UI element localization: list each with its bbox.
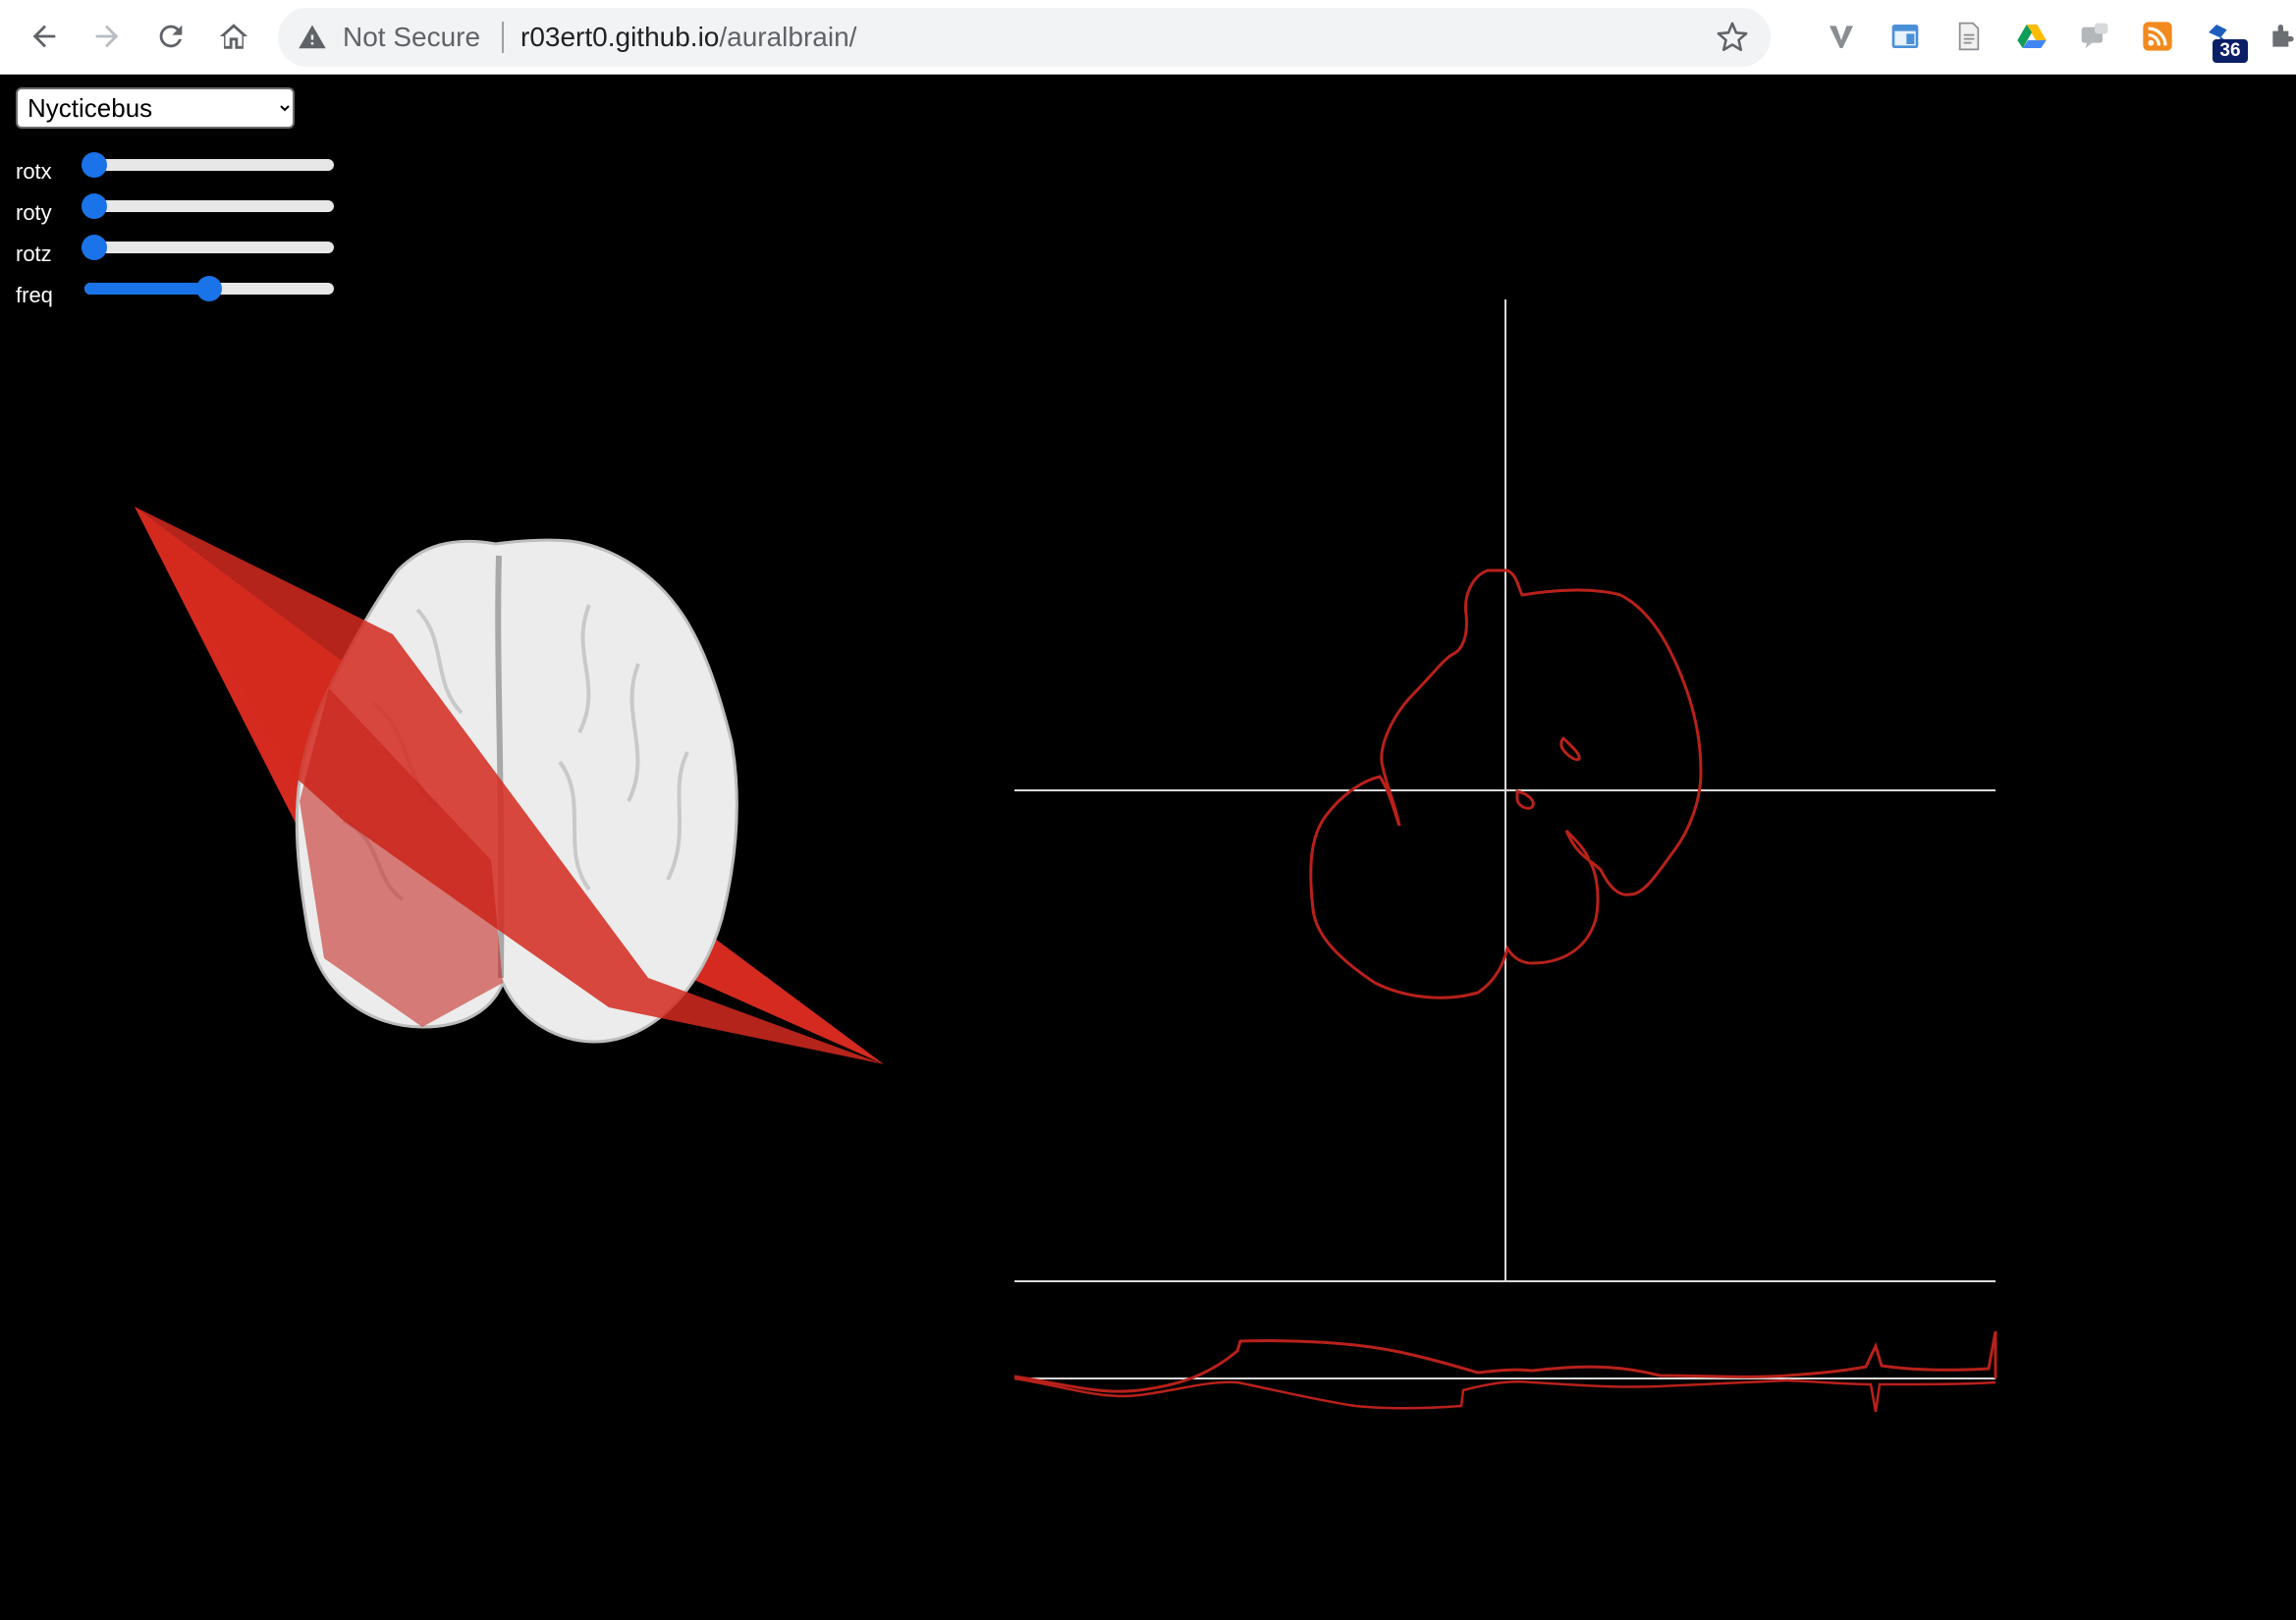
rotx-thumb[interactable] <box>82 152 107 178</box>
forward-button[interactable] <box>83 13 131 60</box>
vivaldi-icon <box>1830 26 1853 48</box>
rss-extension[interactable] <box>2141 20 2174 53</box>
rotx-label: rotx <box>16 159 52 184</box>
document-extension[interactable] <box>1952 20 1986 53</box>
puzzle-icon <box>2272 25 2294 47</box>
url-path: /auralbrain/ <box>719 22 857 52</box>
chat-extension[interactable] <box>2078 20 2111 53</box>
reload-icon <box>159 25 183 48</box>
chat-icon <box>2081 23 2108 48</box>
forward-icon <box>95 25 119 48</box>
warning-icon <box>299 25 326 49</box>
puzzle-extension[interactable] <box>2267 20 2296 53</box>
freq-thumb[interactable] <box>196 276 222 301</box>
roty-thumb[interactable] <box>82 193 107 219</box>
freq-track[interactable] <box>84 276 334 301</box>
roty-slider[interactable]: roty <box>16 187 334 226</box>
rotz-thumb[interactable] <box>82 235 107 260</box>
rotx-track[interactable] <box>82 152 334 178</box>
freq-fill <box>84 283 209 295</box>
reload-button[interactable] <box>147 13 194 60</box>
address-separator <box>502 22 504 53</box>
species-select[interactable]: Nycticebus <box>16 87 295 129</box>
document-icon <box>1958 22 1980 51</box>
section-plot <box>1013 299 1997 1413</box>
profile-lower-trace <box>1013 1377 1996 1413</box>
section-hole-2 <box>1515 789 1535 810</box>
address-bar[interactable]: Not Secure r03ert0.github.io/auralbrain/ <box>278 8 1771 67</box>
url-host: r03ert0.github.io <box>520 22 720 52</box>
extension-badge: 36 <box>2213 39 2248 63</box>
window-icon <box>1891 25 1919 48</box>
security-label[interactable]: Not Secure <box>343 22 480 53</box>
freq-slider[interactable]: freq <box>16 269 334 308</box>
page-canvas: Nycticebus rotx roty rotz freq <box>0 75 2296 1620</box>
url-text[interactable]: r03ert0.github.io/auralbrain/ <box>520 22 856 53</box>
home-icon <box>219 24 248 49</box>
back-button[interactable] <box>21 13 68 60</box>
window-extension[interactable] <box>1888 20 1922 53</box>
roty-label: roty <box>16 200 52 225</box>
freq-label: freq <box>16 283 53 307</box>
browser-toolbar: Not Secure r03ert0.github.io/auralbrain/… <box>0 0 2296 75</box>
rotz-label: rotz <box>16 242 52 266</box>
home-button[interactable] <box>210 13 257 60</box>
section-hole-1 <box>1559 736 1581 762</box>
rotz-slider[interactable]: rotz <box>16 228 334 267</box>
rotz-track[interactable] <box>82 235 334 260</box>
drive-extension[interactable] <box>2015 20 2049 53</box>
roty-track[interactable] <box>82 193 334 219</box>
drive-icon <box>2017 25 2047 48</box>
back-icon <box>32 25 56 48</box>
rotx-slider[interactable]: rotx <box>16 145 334 185</box>
bookmark-star-icon[interactable] <box>1716 21 1749 54</box>
rss-icon <box>2143 22 2172 51</box>
vivaldi-extension[interactable] <box>1825 20 1858 53</box>
